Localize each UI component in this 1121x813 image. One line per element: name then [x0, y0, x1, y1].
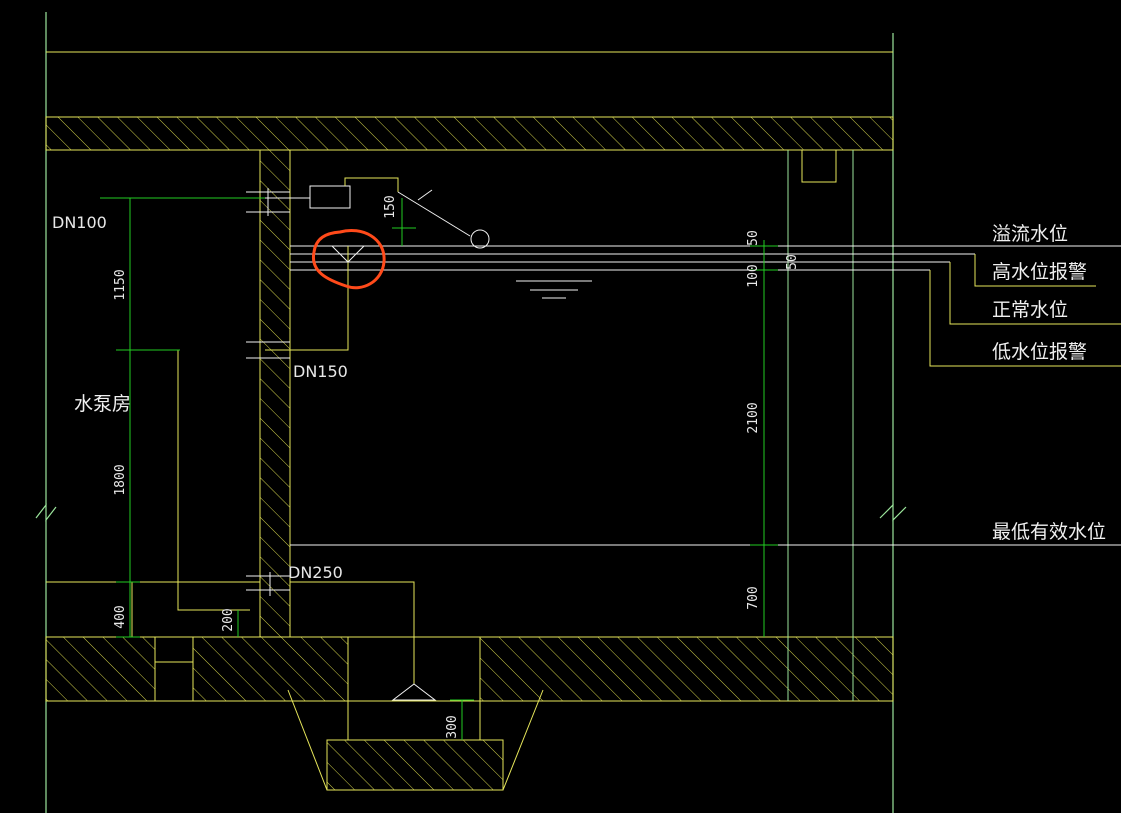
- level-label-low-alarm: 低水位报警: [992, 341, 1087, 363]
- water-level-lines: [290, 245, 1121, 546]
- level-label-min-effective: 最低有效水位: [992, 521, 1106, 543]
- dim-2100: 2100: [746, 402, 761, 433]
- pump-room-label: 水泵房: [74, 393, 131, 415]
- dim-1150: 1150: [113, 269, 128, 300]
- level-label-overflow: 溢流水位: [992, 223, 1068, 245]
- dim-150: 150: [383, 195, 398, 218]
- bottom-slab: [45, 636, 894, 702]
- dim-300: 300: [445, 715, 460, 738]
- level-label-high-alarm: 高水位报警: [992, 261, 1087, 283]
- sump-pit: [287, 689, 544, 791]
- markup-circle: [311, 229, 386, 290]
- dim-100: 100: [746, 264, 761, 287]
- vent-column: [787, 150, 854, 701]
- partition-wall: [259, 149, 291, 638]
- dim-1800: 1800: [113, 464, 128, 495]
- dim-700: 700: [746, 586, 761, 609]
- pipe-label-suction: DN250: [288, 563, 343, 582]
- level-label-normal: 正常水位: [992, 299, 1068, 321]
- pipe-label-overflow: DN150: [293, 362, 348, 381]
- dim-200: 200: [221, 608, 236, 631]
- water-surface-symbol: [516, 280, 592, 299]
- top-slab: [45, 51, 894, 151]
- pipe-label-inlet: DN100: [52, 213, 107, 232]
- water-tank-section-drawing: DN100 DN150 DN250 水泵房 1150 1800 400 200 …: [35, 12, 1121, 813]
- dim-50-right: 50: [785, 254, 800, 270]
- dim-50-left: 50: [746, 230, 761, 246]
- dim-400: 400: [113, 605, 128, 628]
